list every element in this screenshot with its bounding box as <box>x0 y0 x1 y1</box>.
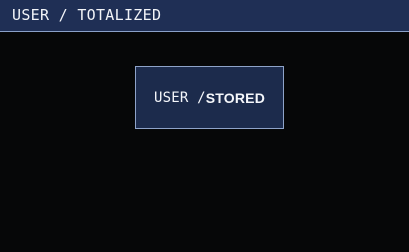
device-screen: USER / TOTALIZED USER / STORED <box>0 0 409 252</box>
stored-button-label: USER / STORED <box>154 90 265 106</box>
page-title: USER / TOTALIZED <box>12 6 162 24</box>
stored-prefix: USER / <box>153 89 206 106</box>
main-content: USER / STORED <box>0 32 409 252</box>
stored-text: STORED <box>205 89 266 106</box>
stored-button[interactable]: USER / STORED <box>135 66 284 129</box>
header-bar: USER / TOTALIZED <box>0 0 409 32</box>
